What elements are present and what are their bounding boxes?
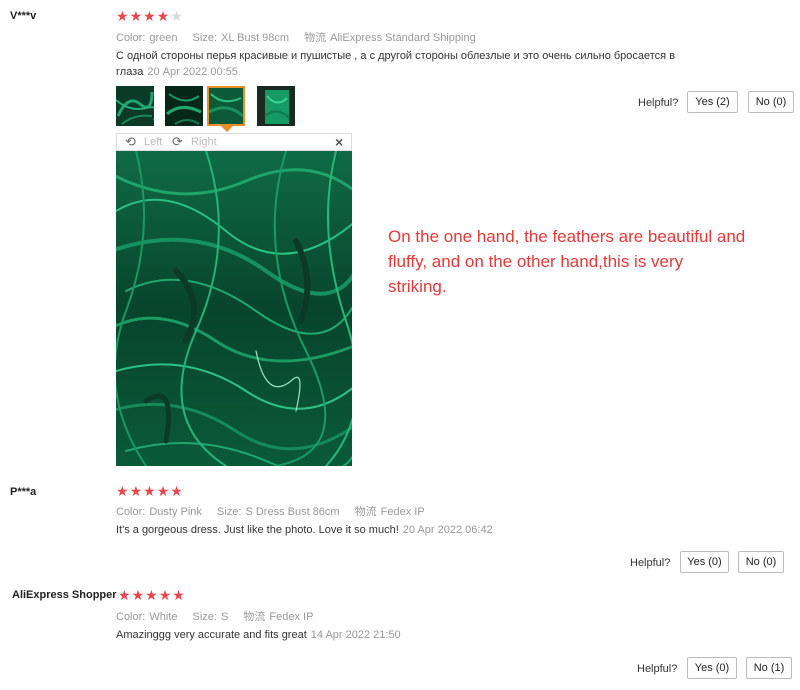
star-icon: ★ [116, 483, 130, 499]
attr-size-value: S [221, 611, 229, 623]
star-rating: ★★★★★ [116, 9, 184, 23]
attr-color-label: Color: [116, 32, 146, 44]
attr-shipping-value: Fedex IP [380, 506, 425, 518]
attr-color-label: Color: [116, 506, 146, 518]
attr-shipping-value: Fedex IP [269, 611, 314, 623]
attr-shipping-label: 物流 [304, 32, 327, 44]
star-icon: ★ [143, 8, 157, 24]
reviewer-name: V***v [10, 10, 37, 22]
attr-shipping-value: AliExpress Standard Shipping [330, 32, 476, 44]
review-photo-thumbnail-selected[interactable] [207, 86, 245, 126]
star-empty-icon: ★ [170, 8, 184, 24]
translation-line: On the one hand, the feathers are beauti… [388, 227, 746, 246]
attr-size-value: XL Bust 98cm [221, 32, 290, 44]
rotate-right-icon[interactable]: ⟳ [172, 134, 183, 150]
star-icon: ★ [116, 8, 130, 24]
attr-shipping-label: 物流 [243, 611, 266, 623]
review-photo-thumbnail[interactable] [116, 86, 154, 126]
star-icon: ★ [129, 483, 144, 499]
review-text-line: глаза [116, 66, 144, 78]
feather-photo [165, 86, 203, 126]
feather-photo [116, 86, 154, 126]
review-attributes: Color: Dusty Pink Size: S Dress Bust 86cm … [116, 503, 437, 519]
rotate-left-button[interactable]: Left [144, 136, 162, 148]
review-text-line: С одной стороны перья красивые и пушисты… [116, 50, 676, 62]
reviewer-name: AliExpress Shopper [12, 589, 117, 601]
helpful-label: Helpful? [630, 557, 671, 569]
review-photo-thumbnail[interactable] [257, 86, 295, 126]
review-text: Amazinggg very accurate and fits great 14… [116, 627, 401, 643]
attr-size-label: Size: [192, 32, 218, 44]
attr-color-label: Color: [116, 611, 146, 623]
attr-color-value: Dusty Pink [149, 506, 202, 518]
review-text-line: It's a gorgeous dress. Just like the pho… [116, 524, 399, 536]
star-icon: ★ [172, 587, 186, 603]
star-icon: ★ [156, 483, 171, 499]
helpful-no-button[interactable]: No (0) [738, 551, 784, 573]
star-icon: ★ [131, 587, 146, 603]
review-text: С одной стороны перья красивые и пушисты… [116, 48, 716, 80]
star-rating: ★★★★★ [116, 484, 184, 498]
attr-size-value: S Dress Bust 86cm [245, 506, 340, 518]
rotate-left-icon[interactable]: ⟲ [125, 134, 136, 150]
review-text-line: Amazinggg very accurate and fits great [116, 629, 307, 641]
translation-line: striking. [388, 277, 447, 296]
helpful-yes-button[interactable]: Yes (2) [687, 91, 738, 113]
photo-viewer-toolbar: ⟲ Left ⟳ Right × [116, 133, 352, 151]
star-icon: ★ [145, 587, 159, 603]
feather-photo [257, 86, 295, 126]
attr-shipping-label: 物流 [354, 506, 377, 518]
review-text: It's a gorgeous dress. Just like the pho… [116, 522, 493, 538]
feather-photo [209, 88, 243, 124]
review-date: 20 Apr 2022 06:42 [402, 524, 493, 536]
attr-size-label: Size: [216, 506, 242, 518]
star-icon: ★ [118, 587, 132, 603]
rotate-right-button[interactable]: Right [191, 136, 217, 148]
star-icon: ★ [170, 483, 184, 499]
star-icon: ★ [158, 587, 173, 603]
star-icon: ★ [143, 483, 157, 499]
reviewer-name: P***a [10, 486, 37, 498]
review-attributes: Color: White Size: S 物流 Fedex IP [116, 608, 325, 624]
translation-line: fluffy, and on the other hand,this is ve… [388, 252, 684, 271]
review-attributes: Color: green Size: XL Bust 98cm 物流 AliExpre… [116, 29, 488, 45]
attr-color-value: green [149, 32, 178, 44]
star-rating: ★★★★★ [118, 588, 186, 602]
review-photo-large [116, 151, 352, 466]
attr-color-value: White [149, 611, 178, 623]
review-date: 14 Apr 2022 21:50 [310, 629, 401, 641]
helpful-label: Helpful? [637, 663, 678, 675]
star-icon: ★ [129, 8, 144, 24]
helpful-yes-button[interactable]: Yes (0) [680, 551, 729, 573]
close-icon[interactable]: × [335, 134, 343, 150]
review-photo-thumbnail[interactable] [165, 86, 203, 126]
selected-pointer [221, 126, 233, 132]
attr-size-label: Size: [192, 611, 217, 623]
helpful-label: Helpful? [638, 97, 679, 109]
translation-note: On the one hand, the feathers are beauti… [388, 224, 798, 299]
review-date: 20 Apr 2022 00:55 [147, 66, 238, 78]
helpful-no-button[interactable]: No (1) [746, 657, 792, 679]
helpful-yes-button[interactable]: Yes (0) [687, 657, 737, 679]
star-icon: ★ [156, 8, 171, 24]
feather-photo [116, 151, 352, 466]
helpful-no-button[interactable]: No (0) [748, 91, 794, 113]
